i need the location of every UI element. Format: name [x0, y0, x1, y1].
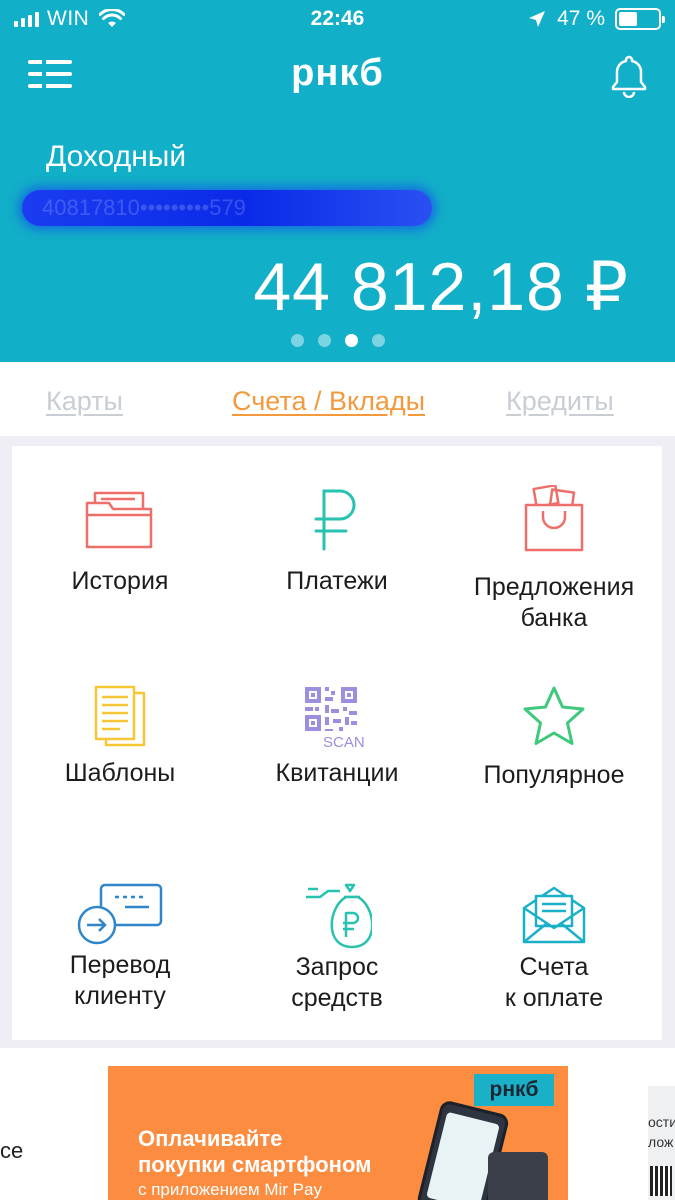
battery-fill	[619, 12, 637, 26]
account-number-redacted: 40817810•••••••••579	[22, 190, 432, 226]
tile-history[interactable]: История	[12, 446, 228, 636]
tile-popular[interactable]: Популярное	[446, 644, 662, 834]
tile-request-funds[interactable]: Запрос средств	[229, 842, 445, 1032]
banner-title: Оплачивайте покупки смартфоном	[138, 1126, 372, 1177]
location-arrow-icon	[529, 11, 546, 27]
battery-icon	[615, 8, 665, 30]
tile-label: Счета к оплате	[504, 953, 604, 1012]
tile-label: Запрос средств	[291, 953, 383, 1012]
scan-text: SCAN	[323, 734, 365, 749]
tile-label: Популярное	[483, 761, 625, 789]
document-icon	[70, 672, 170, 762]
tile-receipts[interactable]: SCAN Квитанции	[229, 644, 445, 834]
folder-icon	[70, 474, 170, 564]
gift-bag-icon	[504, 474, 604, 564]
banner-subtitle: с приложением Mir Pay	[138, 1180, 322, 1199]
carousel-dot[interactable]	[344, 334, 358, 347]
carousel-dot[interactable]	[317, 334, 331, 347]
carousel-dots[interactable]	[0, 334, 675, 347]
star-icon	[504, 672, 604, 762]
bell-icon	[611, 55, 647, 99]
account-name: Доходный	[46, 140, 187, 173]
money-bag-icon	[287, 870, 387, 960]
qr-scan-icon: SCAN	[287, 672, 387, 762]
prev-banner-fragment[interactable]: се	[0, 1138, 23, 1164]
banner-logo: рнкб	[474, 1074, 554, 1106]
mir-pay-banner[interactable]: рнкб Оплачивайте покупки смартфоном с пр…	[108, 1066, 568, 1200]
tile-bills-to-pay[interactable]: Счета к оплате	[446, 842, 662, 1032]
carousel-dot[interactable]	[290, 334, 304, 347]
account-balance: 44 812,18 ₽	[253, 249, 629, 325]
tab-credits[interactable]: Кредиты	[506, 386, 614, 417]
tile-label: История	[71, 567, 169, 595]
tab-accounts-deposits[interactable]: Счета / Вклады	[232, 386, 425, 417]
tile-label: Шаблоны	[64, 759, 176, 787]
payment-terminal-image	[488, 1152, 548, 1200]
tab-cards[interactable]: Карты	[46, 386, 123, 417]
battery-percent: 47 %	[557, 7, 605, 30]
header: WIN 22:46 47 % рнкб Доходный 40817810•••…	[0, 0, 675, 362]
qr-code-fragment	[650, 1166, 672, 1196]
card-transfer-icon	[70, 870, 170, 960]
tile-transfer-to-client[interactable]: Перевод клиенту	[12, 842, 228, 1032]
notifications-button[interactable]	[610, 54, 648, 99]
bank-logo: рнкб	[291, 52, 384, 94]
tile-label: Перевод клиенту	[69, 951, 171, 1010]
status-bar: WIN 22:46 47 %	[0, 0, 675, 38]
ruble-icon	[287, 474, 387, 564]
tile-bank-offers[interactable]: Предложения банка	[446, 446, 662, 636]
next-banner-text: ости лож	[648, 1114, 675, 1150]
carousel-dot[interactable]	[371, 334, 385, 347]
tile-templates[interactable]: Шаблоны	[12, 644, 228, 834]
envelope-icon	[504, 870, 604, 960]
actions-grid: История Платежи Предложения банка Шаблон…	[12, 446, 662, 1040]
tile-label: Предложения банка	[473, 573, 635, 632]
tile-payments[interactable]: Платежи	[229, 446, 445, 636]
tile-label: Квитанции	[275, 759, 399, 787]
tile-label: Платежи	[286, 567, 388, 595]
tab-bar: Карты Счета / Вклады Кредиты	[0, 362, 675, 436]
